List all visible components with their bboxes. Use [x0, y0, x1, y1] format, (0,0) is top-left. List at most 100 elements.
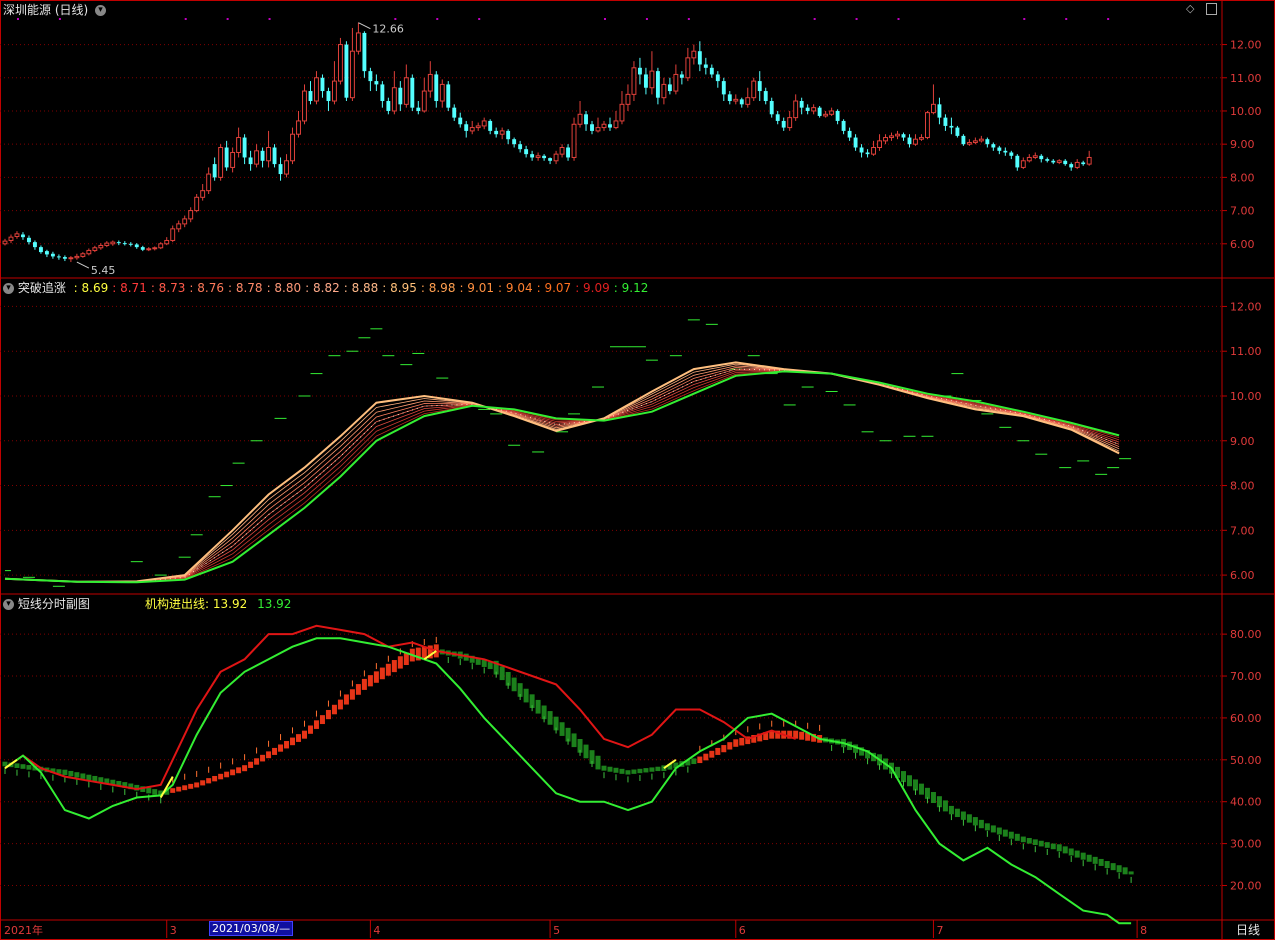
pane2-value: : 8.73 — [150, 281, 186, 295]
candle-body — [775, 114, 780, 121]
block-marker — [924, 787, 930, 799]
pane-menu-icon[interactable]: ▾ — [3, 283, 14, 294]
candle-body — [140, 247, 145, 250]
candle-body — [895, 133, 900, 137]
block-marker — [649, 767, 655, 772]
candle-body — [961, 135, 966, 145]
candle-body — [398, 87, 403, 105]
candle-body — [559, 147, 565, 155]
indicator-value-1: 13.92 — [212, 597, 248, 611]
block-marker — [236, 767, 242, 774]
y-tick-label: 40.00 — [1230, 796, 1262, 809]
signal-dot — [897, 18, 900, 20]
candle-body — [27, 237, 31, 243]
block-marker — [601, 765, 607, 771]
candle-body — [512, 139, 517, 145]
candle-body — [200, 190, 206, 198]
block-marker — [248, 761, 254, 768]
candle-body — [1086, 156, 1092, 165]
restore-icon[interactable] — [1206, 2, 1218, 15]
candle-body — [506, 130, 511, 140]
block-marker — [74, 772, 80, 778]
signal-dot — [687, 18, 690, 20]
block-marker — [224, 771, 230, 778]
pane2-value: : 8.71 — [112, 281, 147, 295]
candle-body — [266, 147, 272, 162]
candle-body — [703, 64, 708, 68]
block-marker — [1116, 865, 1122, 873]
candle-body — [21, 234, 25, 238]
candle-body — [296, 120, 301, 135]
block-marker — [188, 783, 194, 789]
y-tick-label: 50.00 — [1230, 754, 1262, 767]
candle-body — [74, 255, 80, 259]
candle-body — [553, 153, 559, 162]
block-marker — [278, 744, 284, 752]
candle-body — [481, 120, 487, 127]
block-marker — [703, 753, 709, 761]
block-marker — [697, 756, 703, 764]
candle-body — [733, 98, 739, 102]
block-marker — [290, 737, 296, 746]
pane-menu-icon[interactable]: ▾ — [3, 599, 14, 610]
candle-body — [355, 32, 361, 52]
block-marker — [331, 704, 337, 715]
signal-dot — [58, 18, 61, 20]
candle-body — [685, 57, 691, 79]
block-marker — [930, 792, 936, 804]
candle-body — [613, 120, 619, 129]
candle-body — [590, 124, 594, 131]
block-marker — [296, 734, 302, 742]
candle-body — [769, 101, 774, 115]
block-marker — [1086, 854, 1092, 862]
candle-body — [1009, 152, 1014, 156]
price-pane: 12.00 11.00 10.00 9.00 8.00 7.00 6.00 12.66 5.45 — [0, 18, 1262, 277]
candle-body — [1081, 162, 1086, 165]
candle-body — [50, 253, 55, 257]
signal-dot — [436, 18, 439, 20]
candle-body — [499, 130, 505, 135]
block-marker — [739, 737, 745, 746]
candle-body — [62, 257, 67, 259]
block-marker — [487, 662, 493, 670]
candle-body — [68, 257, 74, 260]
block-marker — [1020, 836, 1026, 843]
candle-body — [745, 97, 751, 105]
pane2-value: : 8.76 — [189, 281, 224, 295]
candle-body — [182, 218, 188, 225]
candle-body — [469, 127, 475, 132]
x-tick-label: 6 — [739, 924, 746, 937]
y-tick-label: 70.00 — [1230, 670, 1262, 683]
candle-body — [799, 101, 804, 108]
x-axis-year: 2021年 — [4, 924, 43, 937]
pane-menu-icon[interactable]: ▾ — [95, 5, 107, 16]
y-tick-label: 7.00 — [1230, 524, 1255, 537]
period-tab[interactable]: 日线 — [1236, 921, 1260, 938]
candle-body — [110, 241, 116, 245]
candle-body — [452, 107, 457, 118]
x-tick-label: 7 — [936, 924, 943, 937]
candle-body — [1051, 160, 1056, 163]
diamond-icon[interactable]: ◇ — [1186, 2, 1194, 15]
block-marker — [260, 754, 266, 762]
stock-title[interactable]: 深圳能源 (日线) — [3, 3, 88, 17]
candle-body — [92, 247, 98, 251]
block-marker — [966, 814, 972, 823]
candle-body — [709, 67, 714, 75]
pane3-indicator-values: 机构进出线: 13.92 13.92 — [145, 595, 291, 612]
candle-body — [691, 50, 697, 59]
block-marker — [272, 747, 278, 755]
candle-body — [805, 107, 810, 111]
subchart-pane: 80.00 70.00 60.00 50.00 40.00 30.00 20.00 — [0, 624, 1262, 925]
candle-body — [1026, 156, 1032, 162]
candle-body — [1020, 160, 1026, 168]
signal-dot — [268, 18, 271, 20]
candle-body — [218, 147, 224, 178]
block-marker — [984, 823, 990, 831]
candle-body — [362, 32, 367, 72]
block-marker — [954, 808, 960, 818]
candle-body — [907, 137, 912, 145]
candle-body — [781, 120, 786, 128]
candle-body — [368, 71, 373, 82]
chart-canvas: 12.00 11.00 10.00 9.00 8.00 7.00 6.00 12.66 5.45… — [0, 0, 1275, 940]
